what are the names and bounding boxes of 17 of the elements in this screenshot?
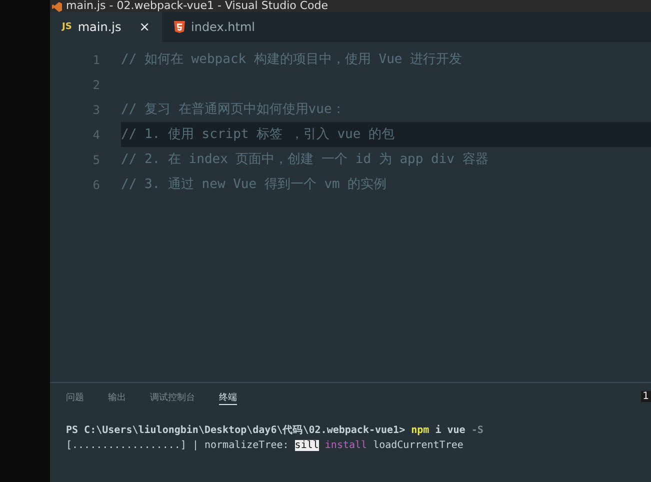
terminal-line: [..................] | normalizeTree: sill install loadCurrentTree xyxy=(66,439,464,453)
terminal-line: PS C:\Users\liulongbin\Desktop\day6\代码\02.webpack-vue1> npm i vue -S xyxy=(66,424,484,438)
panel-count: 1 xyxy=(640,391,651,402)
code-line: // 如何在 webpack 构建的项目中，使用 Vue 进行开发 xyxy=(121,51,464,69)
app-icon xyxy=(52,2,62,12)
html5-file-icon xyxy=(174,21,185,33)
window-title: main.js - 02.webpack-vue1 - Visual Studio Code xyxy=(66,0,328,12)
code-line: // 复习 在普通网页中如何使用vue： xyxy=(121,100,346,119)
panel-tab[interactable]: 输出 xyxy=(108,391,126,405)
panel-tab[interactable]: 调试控制台 xyxy=(150,391,195,405)
js-file-icon: JS xyxy=(62,22,72,32)
close-icon[interactable]: × xyxy=(139,20,150,34)
code-line: // 2. 在 index 页面中，创建 一个 id 为 app div 容器 xyxy=(121,151,490,169)
code-line: // 3. 通过 new Vue 得到一个 vm 的实例 xyxy=(121,176,388,194)
panel-tab[interactable]: 终端 xyxy=(219,391,237,405)
file-tab[interactable]: JS main.js × xyxy=(50,12,162,42)
panel-tab[interactable]: 问题 xyxy=(66,391,84,405)
